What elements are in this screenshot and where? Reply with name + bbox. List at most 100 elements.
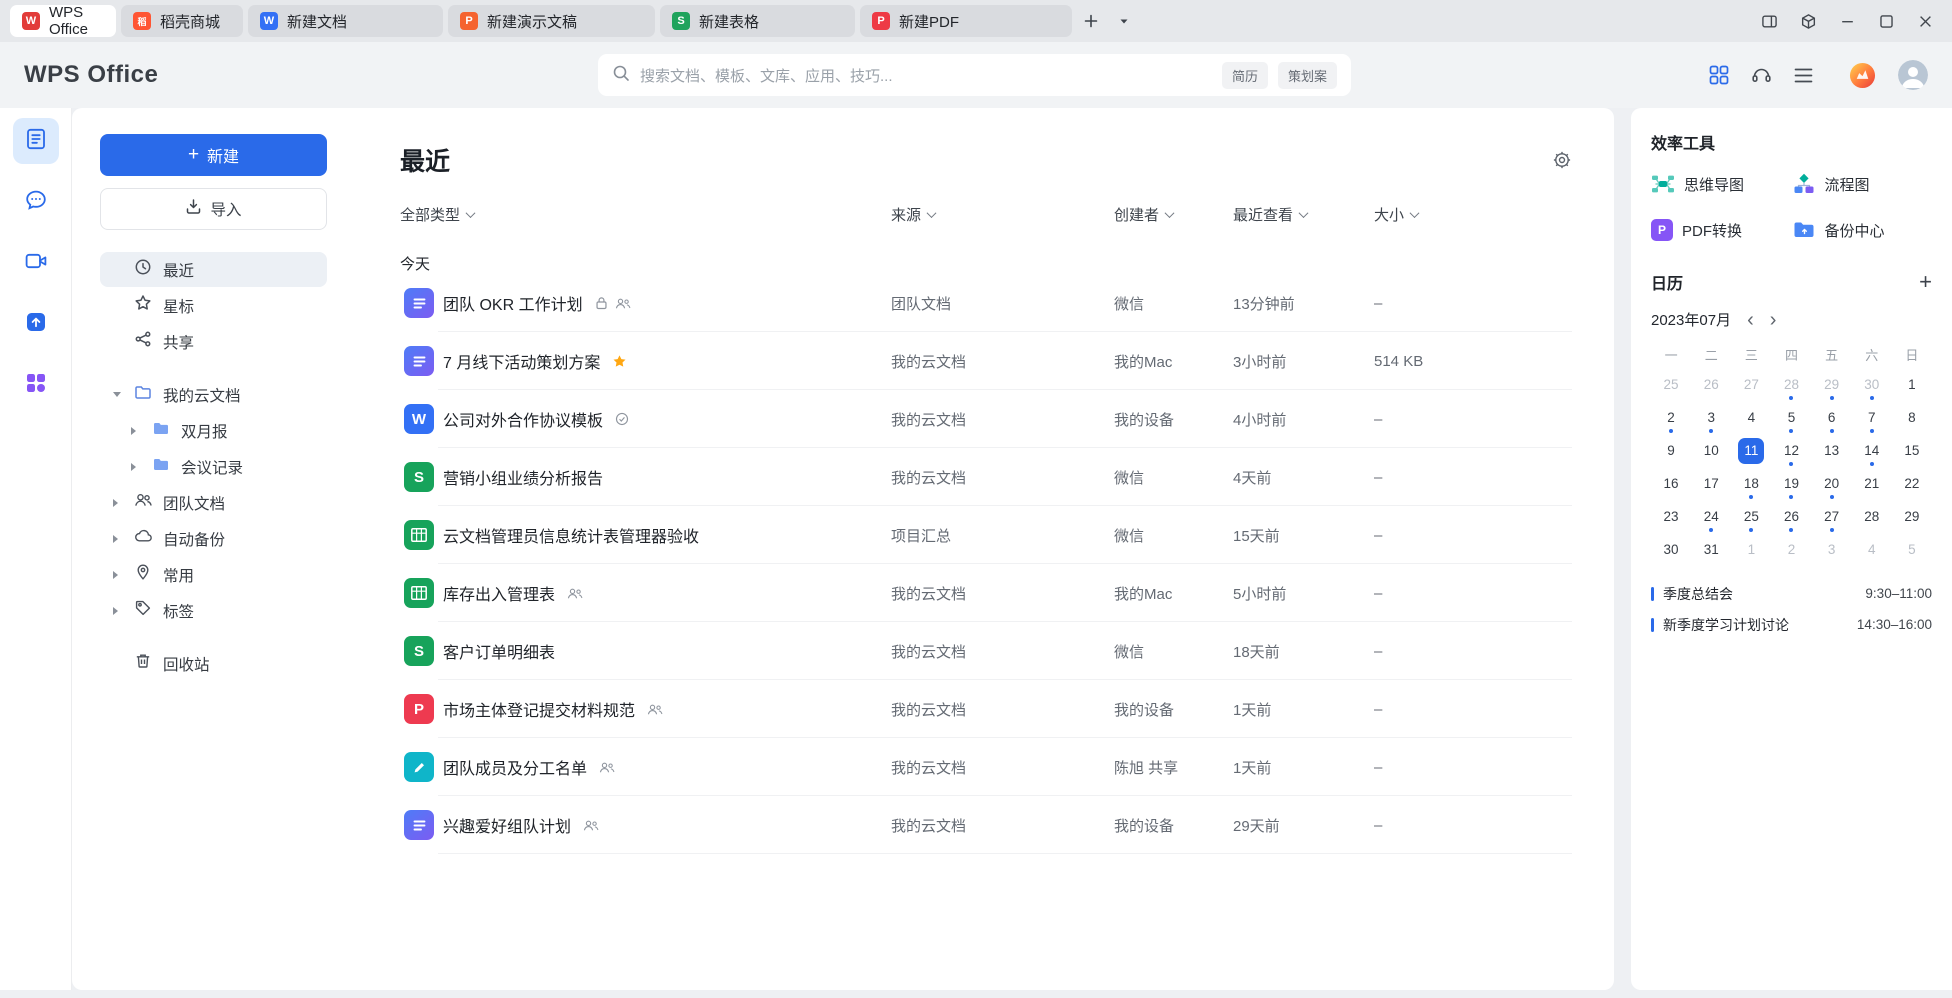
rail-apps-button[interactable] (13, 362, 59, 408)
tab-new-document[interactable]: 新建文档 (248, 5, 443, 37)
calendar-day[interactable]: 26 (1771, 500, 1811, 533)
file-row[interactable]: S客户订单明细表我的云文档微信18天前– (400, 622, 1572, 680)
tab-new-presentation[interactable]: 新建演示文稿 (448, 5, 655, 37)
sidebar-item-recent[interactable]: 最近 (100, 252, 327, 287)
file-row[interactable]: 兴趣爱好组队计划我的云文档我的设备29天前– (400, 796, 1572, 854)
calendar-day[interactable]: 5 (1892, 533, 1932, 566)
calendar-day[interactable]: 9 (1651, 434, 1691, 467)
calendar-day[interactable]: 25 (1731, 500, 1771, 533)
tool-mindmap[interactable]: 思维导图 (1651, 172, 1792, 196)
calendar-day[interactable]: 31 (1691, 533, 1731, 566)
tab-wps-office[interactable]: WPS Office (10, 5, 116, 37)
filter-all-types[interactable]: 全部类型 (400, 204, 474, 225)
rail-chat-button[interactable] (13, 179, 59, 225)
calendar-day[interactable]: 23 (1651, 500, 1691, 533)
sidebar-item-my-cloud-docs[interactable]: 我的云文档 (100, 377, 327, 412)
calendar-day[interactable]: 18 (1731, 467, 1771, 500)
filter-creator[interactable]: 创建者 (1114, 204, 1173, 225)
sidebar-item-tags[interactable]: 标签 (100, 593, 327, 628)
calendar-day[interactable]: 30 (1651, 533, 1691, 566)
file-row[interactable]: P市场主体登记提交材料规范我的云文档我的设备1天前– (400, 680, 1572, 738)
file-row[interactable]: W公司对外合作协议模板我的云文档我的设备4小时前– (400, 390, 1572, 448)
calendar-day[interactable]: 4 (1731, 401, 1771, 434)
calendar-day[interactable]: 3 (1691, 401, 1731, 434)
calendar-day[interactable]: 19 (1771, 467, 1811, 500)
calendar-day[interactable]: 27 (1731, 368, 1771, 401)
calendar-day[interactable]: 2 (1771, 533, 1811, 566)
maximize-button[interactable] (1869, 5, 1903, 37)
calendar-day[interactable]: 22 (1892, 467, 1932, 500)
file-row[interactable]: 云文档管理员信息统计表管理器验收项目汇总微信15天前– (400, 506, 1572, 564)
calendar-day[interactable]: 1 (1892, 368, 1932, 401)
sidebar-item-trash[interactable]: 回收站 (100, 646, 327, 681)
file-row[interactable]: 7 月线下活动策划方案我的云文档我的Mac3小时前514 KB (400, 332, 1572, 390)
calendar-day[interactable]: 30 (1852, 368, 1892, 401)
tab-new-spreadsheet[interactable]: 新建表格 (660, 5, 855, 37)
close-button[interactable] (1908, 5, 1942, 37)
rail-documents-button[interactable] (13, 118, 59, 164)
calendar-day[interactable]: 7 (1852, 401, 1892, 434)
calendar-day[interactable]: 6 (1812, 401, 1852, 434)
new-tab-button[interactable] (1077, 7, 1105, 35)
app-box-icon[interactable] (1791, 5, 1825, 37)
calendar-day[interactable]: 10 (1691, 434, 1731, 467)
file-row[interactable]: 团队 OKR 工作计划团队文档微信13分钟前– (400, 274, 1572, 332)
calendar-day[interactable]: 28 (1852, 500, 1892, 533)
apps-grid-icon[interactable] (1709, 65, 1729, 85)
minimize-button[interactable] (1830, 5, 1864, 37)
calendar-day[interactable]: 1 (1731, 533, 1771, 566)
next-month-button[interactable]: › (1770, 310, 1777, 330)
calendar-day[interactable]: 14 (1852, 434, 1892, 467)
caret-right-icon[interactable] (113, 571, 118, 579)
import-button[interactable]: 导入 (100, 188, 327, 230)
search-bar[interactable]: 搜索文档、模板、文库、应用、技巧... 简历 策划案 (598, 54, 1351, 96)
tool-backup-center[interactable]: 备份中心 (1792, 218, 1933, 242)
prev-month-button[interactable]: ‹ (1747, 310, 1754, 330)
calendar-day[interactable]: 8 (1892, 401, 1932, 434)
calendar-day[interactable]: 24 (1691, 500, 1731, 533)
calendar-day[interactable]: 11 (1731, 434, 1771, 467)
calendar-day[interactable]: 17 (1691, 467, 1731, 500)
file-row[interactable]: S营销小组业绩分析报告我的云文档微信4天前– (400, 448, 1572, 506)
user-avatar[interactable] (1898, 60, 1928, 90)
caret-right-icon[interactable] (131, 463, 136, 471)
menu-icon[interactable] (1794, 68, 1813, 83)
sidebar-item-meeting-notes[interactable]: 会议记录 (100, 449, 327, 484)
calendar-day[interactable]: 27 (1812, 500, 1852, 533)
sidebar-item-shared[interactable]: 共享 (100, 324, 327, 359)
tool-flowchart[interactable]: 流程图 (1792, 172, 1933, 196)
caret-right-icon[interactable] (131, 427, 136, 435)
sidebar-item-frequent[interactable]: 常用 (100, 557, 327, 592)
rail-meeting-button[interactable] (13, 240, 59, 286)
new-document-button[interactable]: + 新建 (100, 134, 327, 176)
add-event-button[interactable]: + (1919, 271, 1932, 293)
caret-down-icon[interactable] (113, 392, 121, 397)
calendar-day[interactable]: 28 (1771, 368, 1811, 401)
sidebar-item-starred[interactable]: 星标 (100, 288, 327, 323)
file-row[interactable]: 库存出入管理表我的云文档我的Mac5小时前– (400, 564, 1572, 622)
search-tag-plan[interactable]: 策划案 (1278, 62, 1337, 89)
calendar-day[interactable]: 16 (1651, 467, 1691, 500)
calendar-day[interactable]: 3 (1812, 533, 1852, 566)
filter-last-viewed[interactable]: 最近查看 (1233, 204, 1307, 225)
vip-icon[interactable] (1849, 62, 1876, 89)
calendar-day[interactable]: 20 (1812, 467, 1852, 500)
calendar-day[interactable]: 5 (1771, 401, 1811, 434)
support-headset-icon[interactable] (1751, 65, 1772, 85)
calendar-day[interactable]: 25 (1651, 368, 1691, 401)
filter-source[interactable]: 来源 (891, 204, 935, 225)
calendar-day[interactable]: 2 (1651, 401, 1691, 434)
sidebar-item-bimonthly-report[interactable]: 双月报 (100, 413, 327, 448)
tab-new-pdf[interactable]: 新建PDF (860, 5, 1072, 37)
calendar-day[interactable]: 4 (1852, 533, 1892, 566)
file-row[interactable]: 团队成员及分工名单我的云文档陈旭 共享1天前– (400, 738, 1572, 796)
sidebar-item-auto-backup[interactable]: 自动备份 (100, 521, 327, 556)
caret-right-icon[interactable] (113, 499, 118, 507)
calendar-day[interactable]: 13 (1812, 434, 1852, 467)
settings-gear-icon[interactable] (1552, 150, 1572, 170)
filter-size[interactable]: 大小 (1374, 204, 1418, 225)
split-screen-icon[interactable] (1752, 5, 1786, 37)
calendar-day[interactable]: 29 (1892, 500, 1932, 533)
tab-list-caret-icon[interactable] (1110, 7, 1138, 35)
caret-right-icon[interactable] (113, 607, 118, 615)
